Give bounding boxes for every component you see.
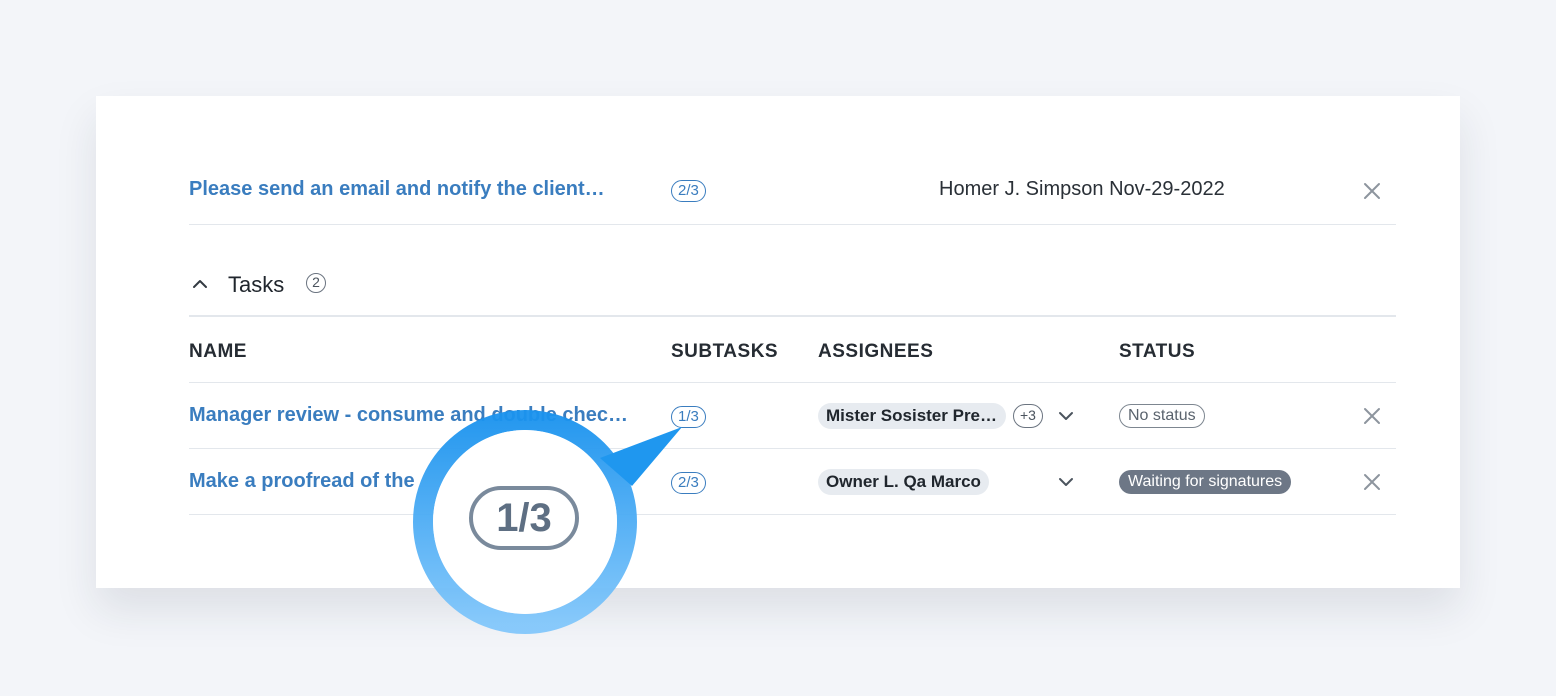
top-row-assignee-name: Homer J. Simpson	[939, 178, 1104, 200]
column-header-status[interactable]: STATUS	[1119, 341, 1195, 363]
top-row-subtasks-badge[interactable]: 2/3	[671, 180, 706, 202]
task-name-link[interactable]: Make a proofread of the	[189, 470, 645, 493]
column-header-assignees[interactable]: ASSIGNEES	[818, 341, 933, 363]
top-row-name-link[interactable]: Please send an email and notify the clie…	[189, 178, 639, 201]
column-header-name[interactable]: NAME	[189, 341, 247, 363]
status-badge[interactable]: Waiting for signatures	[1119, 470, 1292, 494]
assignee-dropdown-chevron-icon[interactable]	[1058, 411, 1074, 422]
remove-task-close-icon[interactable]	[1363, 407, 1381, 425]
remove-task-close-icon[interactable]	[1363, 473, 1381, 491]
extra-assignees-badge[interactable]: +3	[1013, 404, 1043, 428]
assignee-chip[interactable]: Mister Sosister Pre…	[818, 403, 1006, 429]
collapse-chevron-icon[interactable]	[192, 278, 208, 290]
divider	[189, 224, 1396, 225]
column-header-subtasks[interactable]: SUBTASKS	[671, 341, 778, 363]
divider	[189, 448, 1396, 449]
tasks-count-badge: 2	[306, 273, 326, 293]
subtasks-badge[interactable]: 1/3	[671, 406, 706, 428]
tasks-card: Please send an email and notify the clie…	[96, 96, 1460, 588]
assignee-dropdown-chevron-icon[interactable]	[1058, 477, 1074, 488]
divider	[189, 514, 1396, 515]
task-name-link[interactable]: Manager review - consume and double chec…	[189, 404, 645, 427]
divider	[189, 382, 1396, 383]
status-badge[interactable]: No status	[1119, 404, 1205, 428]
top-row-close-icon[interactable]	[1363, 182, 1381, 200]
divider	[189, 315, 1396, 317]
tasks-section-title: Tasks	[228, 272, 285, 297]
top-row-date: Nov-29-2022	[1109, 178, 1225, 200]
top-row-assignee: Homer J. Simpson Nov-29-2022	[939, 178, 1225, 201]
assignee-chip[interactable]: Owner L. Qa Marco	[818, 469, 989, 495]
subtasks-badge[interactable]: 2/3	[671, 472, 706, 494]
